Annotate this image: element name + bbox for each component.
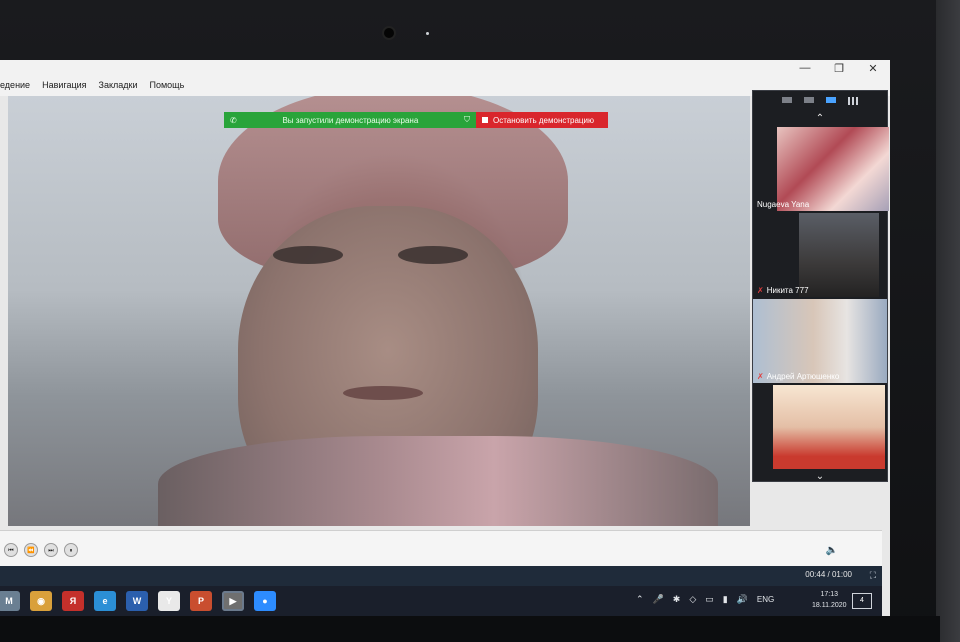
participant-name: Nugaeva Yana xyxy=(757,200,810,209)
pause-icon[interactable]: ⏸ xyxy=(64,543,78,557)
gmail-icon[interactable]: M xyxy=(0,591,20,611)
participant-tile[interactable]: Nugaeva Yana xyxy=(753,127,889,211)
scroll-up-icon[interactable]: ⌃ xyxy=(753,113,887,125)
powerpoint-icon[interactable]: P xyxy=(190,591,212,611)
yandex-icon[interactable]: Я xyxy=(62,591,84,611)
previous-icon[interactable]: ⏮ xyxy=(4,543,18,557)
playback-buttons: ⏮ ⏪ ⏭ ⏸ xyxy=(4,543,78,557)
playback-time: 00:44 / 01:00 xyxy=(805,570,852,579)
video-eye-right xyxy=(398,246,468,264)
chevron-up-icon[interactable]: ⌃ xyxy=(636,594,644,605)
participant-video xyxy=(799,213,879,297)
participant-tile[interactable]: ✗ Андрей Артюшенко xyxy=(753,299,887,383)
minimize-view-icon[interactable] xyxy=(782,97,792,103)
chrome-icon[interactable]: ◉ xyxy=(30,591,52,611)
language-indicator[interactable]: ENG xyxy=(757,595,774,604)
strip-view-icon[interactable] xyxy=(826,97,836,103)
participant-video xyxy=(777,127,889,211)
participant-name: ✗ Никита 777 xyxy=(757,286,809,295)
participant-video xyxy=(753,299,887,383)
share-status-text: Вы запустили демонстрацию экрана xyxy=(282,115,419,125)
window-controls: — ❐ ✕ xyxy=(796,62,882,75)
battery-icon[interactable]: ▮ xyxy=(723,594,728,605)
system-tray: ⌃ 🎤 ✱ ◇ ▭ ▮ 🔊 ENG xyxy=(636,594,774,605)
close-icon[interactable]: ✕ xyxy=(864,62,882,75)
share-status: ✆ Вы запустили демонстрацию экрана ⛉ xyxy=(224,112,476,128)
next-icon[interactable]: ⏭ xyxy=(44,543,58,557)
screen: едение Навигация Закладки Помощь — ❐ ✕ ✆… xyxy=(0,60,890,616)
webcam-led xyxy=(426,32,429,35)
menu-view[interactable]: едение xyxy=(0,80,30,90)
laptop-bottom-bezel xyxy=(0,616,940,642)
menu-navigation[interactable]: Навигация xyxy=(42,80,86,90)
minimize-icon[interactable]: — xyxy=(796,62,814,75)
dropbox-icon[interactable]: ◇ xyxy=(689,594,696,605)
zoom-icon[interactable]: ● xyxy=(254,591,276,611)
webcam xyxy=(384,28,394,38)
panel-view-switcher xyxy=(753,91,887,113)
stop-share-button[interactable]: Остановить демонстрацию xyxy=(476,112,608,128)
taskbar-clock[interactable]: 17:13 18.11.2020 xyxy=(812,589,847,611)
notifications-icon[interactable]: 4 xyxy=(852,593,872,609)
video-scarf xyxy=(158,436,718,526)
screen-share-bar: ✆ Вы запустили демонстрацию экрана ⛉ Ост… xyxy=(224,112,608,128)
scroll-down-icon[interactable]: ⌄ xyxy=(753,471,887,483)
edge-icon[interactable]: e xyxy=(94,591,116,611)
participant-name: ✗ Андрей Артюшенко xyxy=(757,372,840,381)
taskbar: M ◉ Яe W Y P ▶ ● ⌃ 🎤 ✱ ◇ ▭ ▮ 🔊 ENG 17:13 18.11.… xyxy=(0,586,882,616)
clock-date: 18.11.2020 xyxy=(812,602,847,609)
fullscreen-icon[interactable]: ⛶ xyxy=(870,570,876,581)
clock-time: 17:13 xyxy=(820,591,839,598)
phone-icon: ✆ xyxy=(230,115,237,125)
playback-controls: ⏮ ⏪ ⏭ ⏸ 🔈 xyxy=(0,530,882,567)
participant-video xyxy=(773,385,885,469)
word-icon[interactable]: W xyxy=(126,591,148,611)
laptop-side xyxy=(936,0,960,642)
network-icon[interactable]: ▭ xyxy=(705,594,714,605)
video-eye-left xyxy=(273,246,343,264)
video-mouth xyxy=(343,386,423,400)
menu-bookmarks[interactable]: Закладки xyxy=(99,80,138,90)
taskbar-apps: M ◉ Яe W Y P ▶ ● xyxy=(0,591,276,611)
participant-tile[interactable] xyxy=(753,385,887,469)
mic-muted-icon: ✗ xyxy=(757,286,764,295)
stop-icon xyxy=(482,117,488,123)
gallery-view-icon[interactable] xyxy=(848,97,858,105)
mic-muted-icon: ✗ xyxy=(757,372,764,381)
participants-panel: ⌃ Nugaeva Yana ✗ Никита 777 ✗ Андрей Артюш… xyxy=(752,90,889,483)
speaker-view-icon[interactable] xyxy=(804,97,814,103)
participant-tile[interactable]: ✗ Никита 777 xyxy=(753,213,887,297)
bluetooth-icon[interactable]: ✱ xyxy=(673,594,681,605)
volume-tray-icon[interactable]: 🔊 xyxy=(737,594,748,605)
restore-icon[interactable]: ❐ xyxy=(830,62,848,75)
time-bar: 00:44 / 01:00 ⛶ xyxy=(0,566,882,586)
yandex-browser-icon[interactable]: Y xyxy=(158,591,180,611)
menu-help[interactable]: Помощь xyxy=(150,80,185,90)
menu-items: едение Навигация Закладки Помощь xyxy=(0,80,184,90)
rewind-icon[interactable]: ⏪ xyxy=(24,543,38,557)
volume-icon[interactable]: 🔈 xyxy=(826,545,838,556)
video-player-icon[interactable]: ▶ xyxy=(222,591,244,611)
shield-icon: ⛉ xyxy=(464,115,470,124)
video-frame[interactable] xyxy=(8,96,750,526)
stop-share-label: Остановить демонстрацию xyxy=(493,115,594,125)
microphone-icon[interactable]: 🎤 xyxy=(653,594,664,605)
